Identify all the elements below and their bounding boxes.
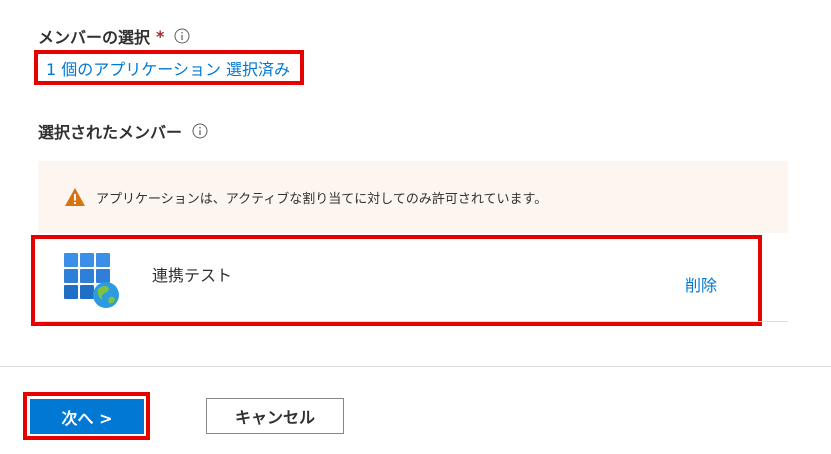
next-button[interactable]: 次へ > [30,399,144,434]
warning-message-bar: アプリケーションは、アクティブな割り当てに対してのみ許可されています。 [38,161,788,233]
selected-members-label: 選択されたメンバー [38,123,183,142]
selected-apps-link[interactable]: 1 個のアプリケーション 選択済み [46,60,290,79]
member-select-label: メンバーの選択 [38,28,151,47]
info-icon[interactable] [174,28,190,44]
cancel-button[interactable]: キャンセル [206,398,344,434]
warning-icon [65,188,85,206]
required-asterisk: * [156,26,165,46]
app-name: 連携テスト [152,266,233,285]
remove-link[interactable]: 削除 [685,272,717,296]
member-select-label-row: メンバーの選択 * [38,24,190,48]
warning-text: アプリケーションは、アクティブな割り当てに対してのみ許可されています。 [96,191,548,207]
footer-divider [0,366,831,367]
enterprise-app-icon [64,253,119,308]
info-icon[interactable] [192,123,208,139]
row-divider [38,321,788,322]
selected-members-label-row: 選択されたメンバー [38,119,208,143]
list-item: 連携テスト 削除 [38,239,788,321]
